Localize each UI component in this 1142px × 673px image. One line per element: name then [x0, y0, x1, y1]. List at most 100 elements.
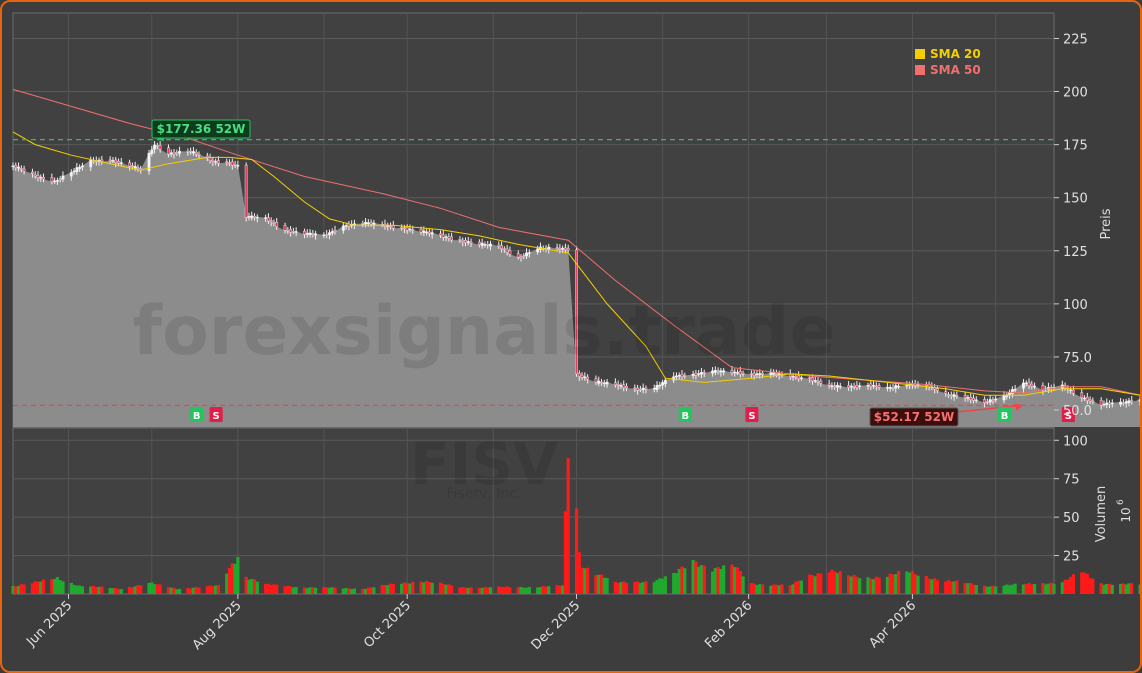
candle-body: [974, 399, 978, 401]
volume-bar: [39, 581, 43, 594]
candle-body: [130, 165, 134, 168]
volume-bar: [663, 576, 667, 594]
volume-bar: [139, 585, 143, 594]
volume-bar: [641, 582, 645, 594]
candle-body: [969, 396, 973, 400]
candle-body: [22, 168, 26, 172]
volume-bar: [116, 588, 121, 594]
volume-bar: [175, 589, 179, 594]
candle-body: [761, 372, 764, 375]
candle-body: [333, 230, 337, 232]
volume-bar: [366, 587, 370, 594]
candle-body: [1099, 399, 1103, 406]
candle-body: [275, 222, 279, 227]
volume-bar: [1082, 572, 1087, 594]
volume-bar: [330, 587, 334, 594]
candle-body: [869, 383, 873, 387]
candle-body: [247, 216, 251, 218]
time-tick-label: Jun 2025: [23, 598, 75, 650]
candle-body: [461, 239, 465, 242]
volume-bar: [477, 587, 481, 594]
candle-body: [444, 236, 448, 238]
volume-bar: [597, 574, 601, 594]
candle-body: [833, 385, 837, 387]
candle-body: [830, 385, 834, 387]
volume-bar: [1060, 582, 1064, 594]
stock-chart: forexsignals.trade FISV Fiserv, Inc. $17…: [11, 12, 1140, 653]
candle-body: [827, 383, 831, 386]
volume-bar: [1130, 583, 1134, 594]
volume-bar: [58, 580, 62, 594]
volume-bar: [955, 580, 959, 594]
volume-bar: [69, 582, 73, 594]
volume-bar: [644, 581, 648, 594]
volume-bar: [236, 556, 240, 594]
candle-body: [755, 373, 759, 376]
candle-body: [411, 229, 415, 231]
volume-bar: [991, 585, 995, 594]
candle-body: [341, 225, 345, 231]
candle-body: [586, 376, 590, 380]
volume-bar: [1007, 585, 1012, 594]
candle-body: [866, 385, 870, 387]
volume-bar: [963, 582, 967, 594]
candle-body: [936, 388, 939, 391]
volume-bar: [347, 588, 351, 594]
candle-body: [211, 159, 215, 162]
legend-swatch-sma50: [915, 65, 925, 75]
candle-body: [483, 244, 487, 246]
volume-bar: [166, 587, 171, 594]
candle-body: [1121, 402, 1125, 404]
volume-bar: [933, 578, 937, 594]
volume-bar: [519, 586, 523, 594]
candle-body: [192, 151, 195, 154]
volume-bar: [1119, 583, 1123, 594]
candle-body: [155, 145, 159, 147]
candle-body: [233, 163, 237, 166]
candle-body: [1069, 389, 1073, 391]
volume-bar: [41, 579, 46, 594]
volume-bar: [508, 587, 512, 594]
volume-bar: [169, 587, 173, 594]
candle-body: [661, 382, 664, 386]
volume-bar: [11, 585, 15, 594]
volume-bar: [1002, 585, 1006, 594]
candle-body: [489, 243, 492, 247]
candle-body: [422, 230, 426, 233]
volume-bar: [683, 568, 687, 594]
candle-body: [228, 162, 231, 164]
candle-body: [283, 225, 287, 231]
volume-bar: [305, 588, 309, 594]
candle-body: [197, 153, 201, 156]
candle-body: [966, 397, 970, 399]
volume-bar: [905, 571, 909, 594]
candle-body: [619, 385, 623, 387]
volume-axis-label: Volumen: [1094, 486, 1109, 543]
volume-bar: [891, 574, 895, 594]
volume-bar: [230, 563, 234, 594]
candle-body: [56, 180, 59, 182]
candle-body: [33, 174, 37, 177]
candle-body: [852, 385, 856, 388]
volume-bar: [896, 570, 901, 594]
volume-bar: [225, 573, 229, 594]
volume-bar: [1013, 583, 1017, 594]
candle-body: [663, 379, 667, 385]
volume-bar: [327, 587, 332, 594]
volume-bar: [1049, 582, 1053, 594]
volume-bar: [372, 587, 376, 594]
candle-body: [1072, 389, 1075, 394]
candle-body: [677, 374, 681, 377]
candle-body: [1080, 392, 1084, 398]
volume-bar: [813, 576, 817, 594]
candle-body: [672, 376, 676, 381]
candle-body: [872, 384, 875, 387]
volume-bar: [55, 577, 60, 594]
volume-bar: [388, 583, 393, 594]
volume-bar: [833, 571, 837, 594]
candle-body: [167, 147, 170, 155]
candle-body: [894, 385, 898, 389]
volume-bar: [1010, 584, 1014, 594]
candle-body: [516, 253, 520, 258]
volume-bar: [885, 576, 890, 594]
